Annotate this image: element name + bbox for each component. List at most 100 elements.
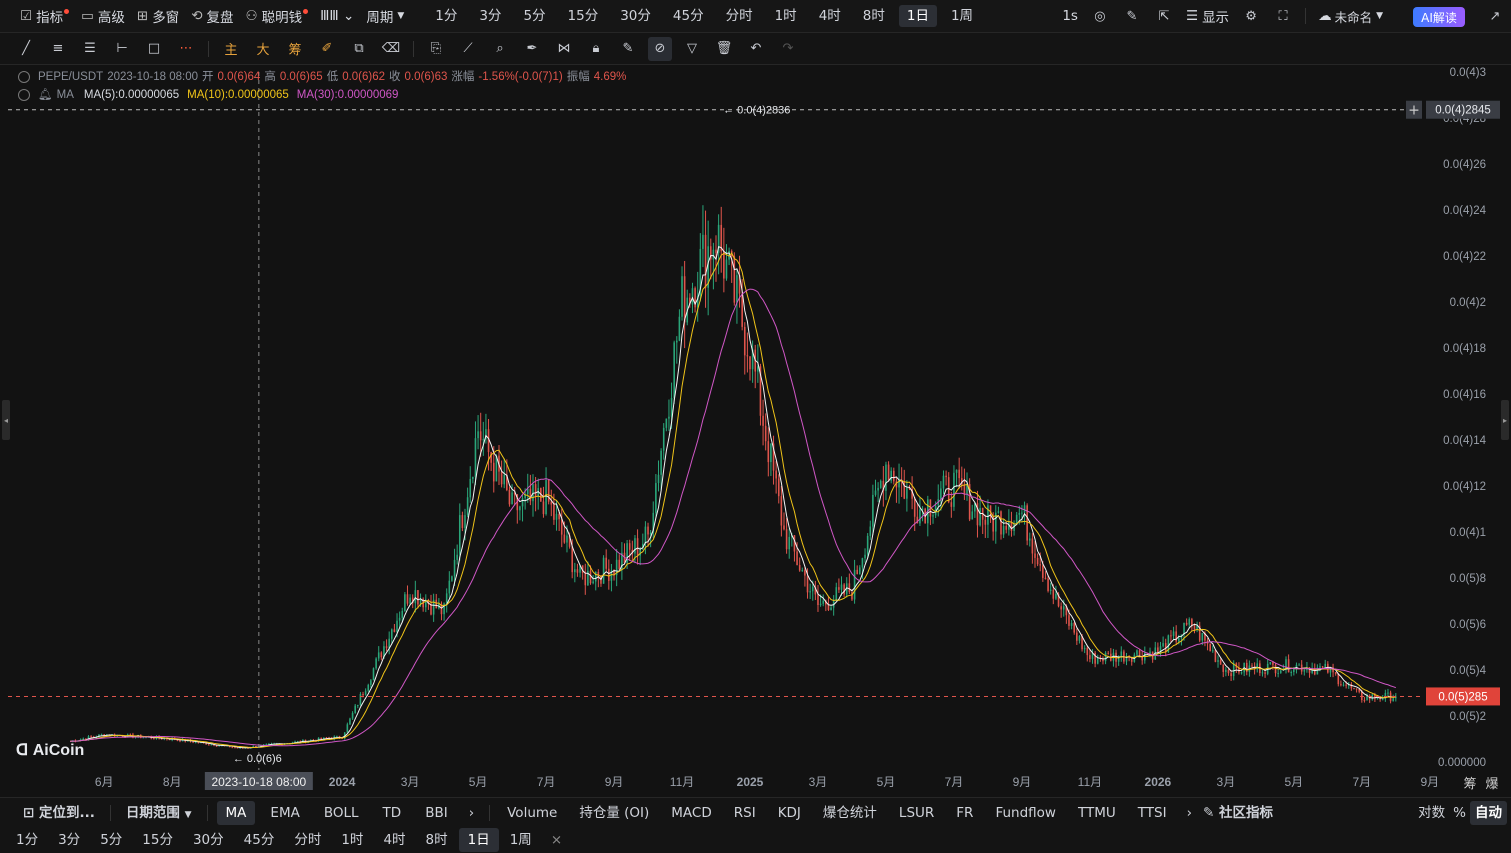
camera-icon[interactable]: ◎: [1084, 0, 1116, 32]
bottom-timeframe-tab[interactable]: 15分: [133, 828, 182, 852]
filter-icon[interactable]: ▽: [676, 33, 708, 65]
timeframe-tab[interactable]: 8时: [855, 5, 893, 27]
liquidation-toggle[interactable]: 爆: [1485, 777, 1498, 792]
period-dropdown[interactable]: 周期 ▼: [360, 0, 410, 33]
eraser-icon[interactable]: ⌫: [375, 33, 407, 65]
sub-indicator-tab[interactable]: Volume: [498, 801, 566, 825]
sub-indicator-tab[interactable]: MACD: [662, 801, 720, 825]
export-icon[interactable]: ↗: [1479, 0, 1511, 32]
price-chart[interactable]: 0.0(4)30.0(4)280.0(4)260.0(4)240.0(4)220…: [0, 66, 1511, 796]
main-indicator-tab[interactable]: BBI: [416, 801, 457, 825]
brush-icon[interactable]: ✐: [311, 33, 343, 65]
close-icon[interactable]: ×: [542, 828, 571, 852]
bars-chevron-icon[interactable]: ⅢⅢ ⌄: [314, 0, 360, 33]
sub-indicator-tab[interactable]: FR: [947, 801, 982, 825]
display-button[interactable]: ☰ 显示: [1180, 0, 1235, 33]
sub-indicator-tab[interactable]: TTSI: [1129, 801, 1176, 825]
ruler-icon[interactable]: ⟋: [452, 33, 484, 65]
settings-icon[interactable]: ⚙: [1235, 0, 1267, 32]
timeframe-tab[interactable]: 1周: [943, 5, 981, 27]
overlay-tool-1[interactable]: 大: [247, 33, 279, 65]
bottom-timeframe-tab[interactable]: 1周: [501, 828, 541, 852]
trash-icon[interactable]: 🗑︎: [708, 33, 740, 65]
timeframe-tab[interactable]: 30分: [612, 5, 659, 27]
line-tool-icon[interactable]: ╱: [10, 33, 42, 65]
timeframe-tab[interactable]: 5分: [515, 5, 553, 27]
bottom-timeframe-tab[interactable]: 8时: [417, 828, 457, 852]
date-range-dropdown[interactable]: 日期范围 ▼: [117, 801, 201, 825]
ai-analysis-button[interactable]: AI解读: [1413, 7, 1465, 27]
sub-indicator-tab[interactable]: KDJ: [769, 801, 810, 825]
eye-icon[interactable]: [18, 89, 30, 101]
timeframe-tab[interactable]: 15分: [560, 5, 607, 27]
bottom-timeframe-tab[interactable]: 分时: [285, 828, 330, 852]
more-sub-icon[interactable]: ›: [1178, 801, 1201, 825]
more-main-icon[interactable]: ›: [460, 801, 483, 825]
toolbar-indicator-button[interactable]: ☑ 指标: [14, 0, 75, 33]
bottom-timeframe-tab[interactable]: 45分: [235, 828, 284, 852]
bottom-timeframe-tab[interactable]: 1分: [7, 828, 47, 852]
chips-toggle[interactable]: 筹: [1463, 776, 1476, 792]
dots-icon[interactable]: ⋯: [170, 33, 202, 65]
bottom-timeframe-tab[interactable]: 30分: [184, 828, 233, 852]
sub-indicator-tab[interactable]: Fundflow: [986, 801, 1065, 825]
sub-indicator-tab[interactable]: 持仓量 (OI): [570, 801, 658, 825]
timeframe-tab[interactable]: 1分: [427, 5, 465, 27]
lock-icon[interactable]: 🔒︎: [580, 33, 612, 65]
realtime-button[interactable]: 1s: [1056, 0, 1084, 33]
auto-scale-toggle[interactable]: 自动: [1470, 800, 1507, 825]
main-indicator-tab[interactable]: TD: [374, 801, 411, 825]
bottom-timeframe-tab[interactable]: 1时: [332, 828, 372, 852]
community-indicators-button[interactable]: ✎ 社区指标: [1201, 801, 1282, 825]
log-scale-toggle[interactable]: 对数: [1414, 801, 1449, 825]
bell-icon[interactable]: 🔔︎: [38, 86, 53, 104]
redo-icon[interactable]: ↷: [772, 33, 804, 65]
bottom-timeframe-tab[interactable]: 1日: [458, 828, 499, 852]
sub-indicator-tab[interactable]: LSUR: [890, 801, 943, 825]
pencil-icon[interactable]: ✎: [1116, 0, 1148, 32]
sub-indicator-tab[interactable]: 爆仓统计: [814, 801, 886, 825]
toolbar-multi-window-button[interactable]: ⊞ 多窗: [131, 0, 185, 33]
bookmark-icon[interactable]: ⎘: [420, 33, 452, 65]
sub-indicator-tab[interactable]: TTMU: [1069, 801, 1125, 825]
bottom-timeframe-tab[interactable]: 4时: [374, 828, 414, 852]
bottom-timeframe-tab[interactable]: 5分: [91, 828, 131, 852]
timeframe-tab[interactable]: 3分: [471, 5, 509, 27]
timeframe-tab[interactable]: 1日: [898, 5, 937, 27]
horizontal-lines-icon[interactable]: ☰: [74, 33, 106, 65]
locate-button[interactable]: ⊡ 定位到...: [14, 801, 104, 825]
timeframe-tab[interactable]: 1时: [767, 5, 805, 27]
magnet-icon[interactable]: ⋈: [548, 33, 580, 65]
marker-icon[interactable]: ✒: [516, 33, 548, 65]
toolbar-advanced-button[interactable]: ▭ 高级: [75, 0, 131, 33]
chart-area[interactable]: 0.0(4)3 0.0(4)28 0.0(4)26 0.0(4)24 0.0(4)22 0…: [0, 66, 1511, 796]
timeframe-tab[interactable]: 45分: [665, 5, 712, 27]
copy-icon[interactable]: ⧉: [343, 33, 375, 65]
main-indicator-tab[interactable]: BOLL: [315, 801, 368, 825]
percent-scale-toggle[interactable]: %: [1449, 801, 1470, 825]
rectangle-icon[interactable]: □: [138, 33, 170, 65]
sub-indicator-tab[interactable]: RSI: [725, 801, 765, 825]
horizontal-ray-icon[interactable]: ⊢: [106, 33, 138, 65]
share-icon[interactable]: ⇱: [1148, 0, 1180, 32]
layout-dropdown[interactable]: ☁ 未命名 ▼: [1312, 0, 1389, 33]
timeframe-tab[interactable]: 分时: [718, 5, 761, 27]
toolbar-smart-money-button[interactable]: ⚇ 聪明钱: [240, 0, 315, 33]
timeframe-tab[interactable]: 4时: [811, 5, 849, 27]
fullscreen-icon[interactable]: ⛶: [1267, 0, 1299, 32]
left-panel-toggle[interactable]: ◂: [2, 400, 10, 440]
overlay-tool-2[interactable]: 筹: [279, 33, 311, 65]
candle-body: [1055, 593, 1057, 599]
edit-icon[interactable]: ✎: [612, 33, 644, 65]
parallel-lines-icon[interactable]: ≡: [42, 33, 74, 65]
hide-drawings-icon[interactable]: ⊘: [648, 36, 672, 61]
main-indicator-tab[interactable]: MA: [216, 800, 256, 825]
toolbar-replay-button[interactable]: ⟲ 复盘: [185, 0, 239, 33]
main-indicator-tab[interactable]: EMA: [261, 801, 308, 825]
bottom-timeframe-tab[interactable]: 3分: [49, 828, 89, 852]
right-panel-toggle[interactable]: ▸: [1501, 400, 1509, 440]
zoom-icon[interactable]: ⌕: [484, 33, 516, 65]
eye-icon[interactable]: [18, 71, 30, 83]
overlay-tool-0[interactable]: 主: [215, 33, 247, 65]
undo-icon[interactable]: ↶: [740, 33, 772, 65]
